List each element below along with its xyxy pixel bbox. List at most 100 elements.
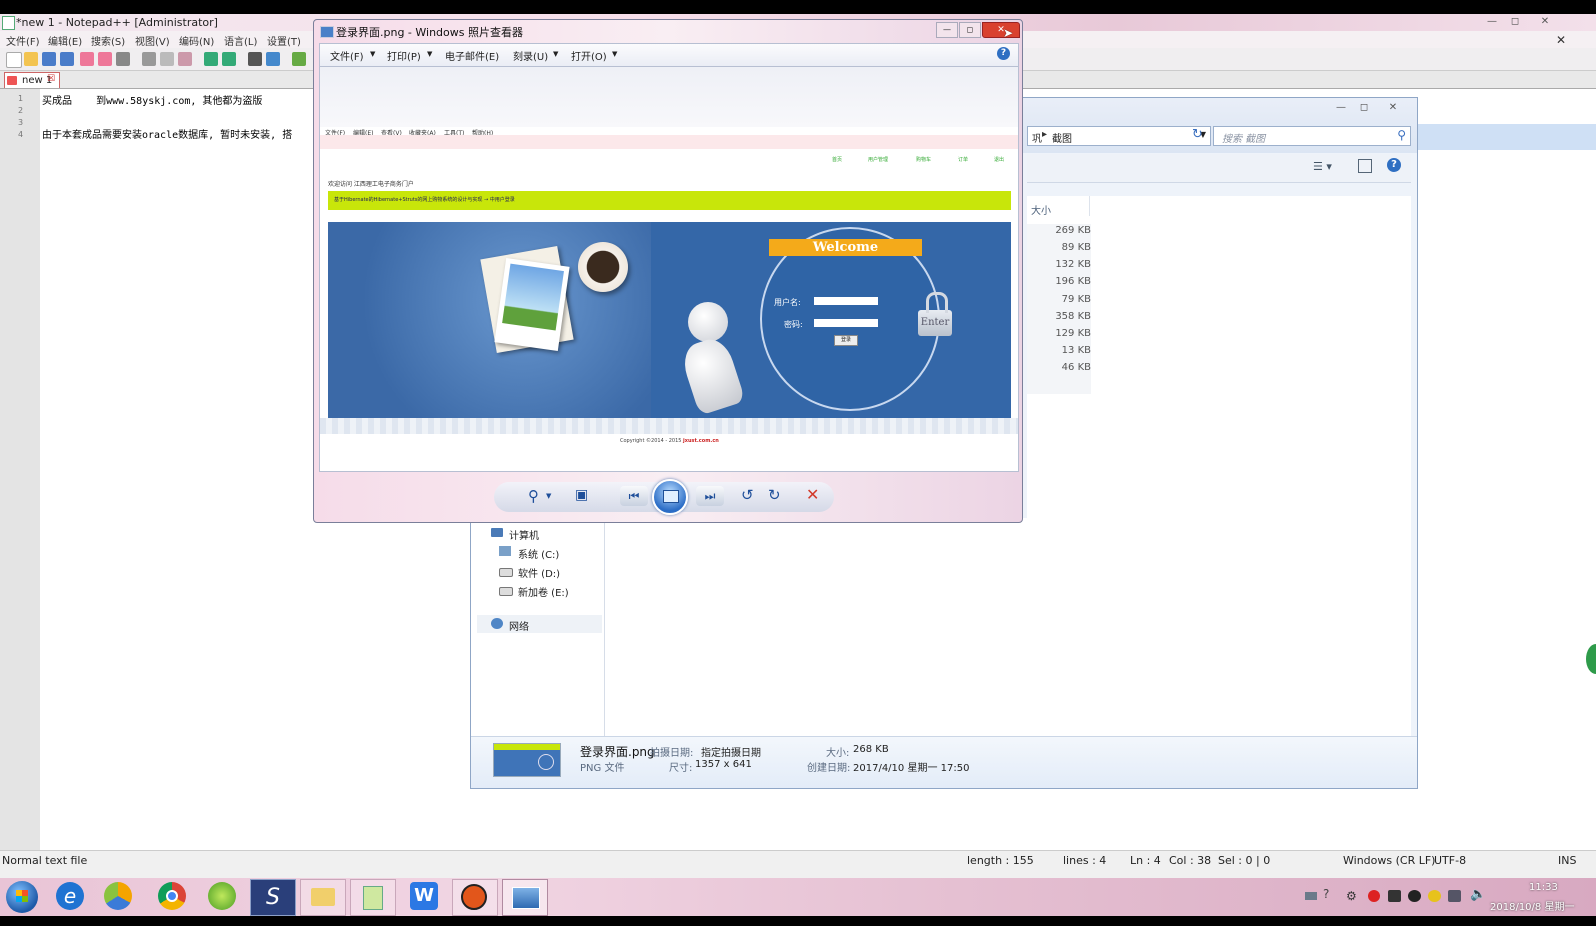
address-bar[interactable]: 巩 ▸ 截图 ▼ — [1027, 126, 1211, 146]
explorer-taskbar-button[interactable] — [300, 879, 346, 916]
viewer-menu-email[interactable]: 电子邮件(E) — [445, 48, 499, 63]
clock-time[interactable]: 11:33 — [1529, 882, 1558, 893]
maximize-icon[interactable]: ◻ — [1354, 101, 1374, 115]
tab-close-icon[interactable]: ☒ — [47, 74, 55, 84]
redo-icon[interactable] — [222, 52, 236, 66]
green-app-icon[interactable] — [208, 882, 236, 910]
zoom-icon[interactable] — [292, 52, 306, 66]
nav-drive-e[interactable]: 新加卷 (E:) — [518, 584, 569, 599]
code-line[interactable]: 买成品 到www.58yskj.com, 其他都为盗版 — [42, 92, 262, 107]
close-doc-icon[interactable]: ✕ — [1556, 33, 1566, 47]
zoom-dropdown-icon[interactable]: ▼ — [546, 492, 551, 500]
keyboard-icon[interactable] — [1305, 892, 1317, 900]
file-size: 196 KB — [1055, 276, 1091, 287]
close-icon[interactable]: ✕ — [1535, 15, 1555, 29]
network-tray-icon[interactable] — [1448, 890, 1461, 902]
start-button[interactable] — [6, 881, 38, 913]
next-icon[interactable]: ⏭ — [696, 486, 724, 506]
app-fox-button[interactable] — [452, 879, 498, 916]
nav-drive-d[interactable]: 软件 (D:) — [518, 565, 560, 580]
menu-file[interactable]: 文件(F) — [6, 33, 40, 48]
previous-icon[interactable]: ⏮ — [620, 486, 648, 506]
maximize-icon[interactable]: ◻ — [959, 22, 981, 38]
rotate-left-icon[interactable]: ↺ — [741, 486, 754, 504]
code-line[interactable]: 由于本套成品需要安装oracle数据库, 暂时未安装, 搭 — [42, 126, 292, 141]
help-tray-icon[interactable]: ? — [1323, 887, 1329, 901]
menu-settings[interactable]: 设置(T) — [267, 33, 301, 48]
replace-icon[interactable] — [266, 52, 280, 66]
open-file-icon[interactable] — [24, 52, 38, 66]
actual-size-icon[interactable]: ▣ — [575, 487, 588, 503]
help-icon[interactable]: ? — [997, 47, 1010, 60]
undo-icon[interactable] — [204, 52, 218, 66]
menu-edit[interactable]: 编辑(E) — [48, 33, 82, 48]
dropdown-arrow-icon[interactable]: ▼ — [553, 50, 558, 58]
save-all-icon[interactable] — [60, 52, 74, 66]
status-eol: Windows (CR LF) — [1343, 854, 1436, 867]
viewer-menu-file[interactable]: 文件(F) — [330, 48, 364, 63]
close-icon[interactable]: ✕ — [982, 22, 1020, 38]
notepad-taskbar-button[interactable] — [350, 879, 396, 916]
app-flower-icon[interactable] — [104, 882, 132, 910]
close-file-icon[interactable] — [80, 52, 94, 66]
refresh-icon[interactable]: ↻ — [1192, 127, 1203, 142]
save-icon[interactable] — [42, 52, 56, 66]
update-icon[interactable] — [1428, 890, 1441, 902]
image-canvas[interactable]: 文件(F) 编辑(E) 查看(V) 收藏夹(A) 工具(T) 帮助(H) 首页 … — [319, 66, 1019, 472]
password-label: 密码: — [784, 320, 803, 329]
dropdown-arrow-icon[interactable]: ▼ — [612, 50, 617, 58]
nav-computer[interactable]: 计算机 — [509, 527, 539, 542]
help-icon[interactable]: ? — [1387, 158, 1401, 172]
menu-encoding[interactable]: 编码(N) — [179, 33, 214, 48]
menu-search[interactable]: 搜索(S) — [91, 33, 125, 48]
viewer-titlebar[interactable]: 登录界面.png - Windows 照片查看器 — ◻ ✕ — [314, 20, 1022, 42]
system-drive-icon — [499, 546, 511, 556]
search-input[interactable]: 搜索 截图 ⚲ — [1213, 126, 1411, 146]
slideshow-button[interactable] — [652, 479, 688, 515]
usb-icon[interactable]: ⚙ — [1346, 889, 1357, 903]
close-icon[interactable]: ✕ — [1383, 101, 1403, 115]
zoom-icon[interactable]: ⚲ — [528, 487, 539, 505]
app-w-icon[interactable]: W — [410, 882, 438, 910]
app-tray-icon[interactable] — [1388, 890, 1401, 902]
dropdown-arrow-icon[interactable]: ▼ — [370, 50, 375, 58]
viewer-menu-burn[interactable]: 刻录(U) — [513, 48, 548, 63]
search-icon[interactable]: ⚲ — [1397, 128, 1406, 142]
preview-pane-icon[interactable] — [1358, 159, 1372, 173]
viewer-menu-open[interactable]: 打开(O) — [571, 48, 607, 63]
details-date-taken-value[interactable]: 指定拍摄日期 — [701, 744, 761, 759]
clock-date[interactable]: 2018/10/8 星期一 — [1490, 898, 1574, 913]
copy-icon[interactable] — [160, 52, 174, 66]
ie-icon[interactable]: e — [56, 882, 84, 910]
print-icon[interactable] — [116, 52, 130, 66]
cut-icon[interactable] — [142, 52, 156, 66]
menu-view[interactable]: 视图(V) — [135, 33, 170, 48]
qq-icon[interactable] — [1408, 890, 1421, 902]
rotate-right-icon[interactable]: ↻ — [768, 486, 781, 504]
chrome-icon[interactable] — [158, 882, 186, 910]
minimize-icon[interactable]: — — [1482, 15, 1502, 29]
app-s-icon[interactable]: S — [250, 879, 296, 916]
menu-language[interactable]: 语言(L) — [224, 33, 257, 48]
view-options-icon[interactable]: ☰ ▾ — [1313, 160, 1332, 173]
paste-icon[interactable] — [178, 52, 192, 66]
viewer-menu-print[interactable]: 打印(P) — [387, 48, 421, 63]
maximize-icon[interactable]: ◻ — [1505, 15, 1525, 29]
delete-icon[interactable]: ✕ — [806, 485, 819, 504]
dropdown-arrow-icon[interactable]: ▼ — [427, 50, 432, 58]
minimize-icon[interactable]: — — [1331, 101, 1351, 115]
column-header-size[interactable]: 大小 — [1031, 202, 1051, 217]
find-icon[interactable] — [248, 52, 262, 66]
new-file-icon[interactable] — [6, 52, 22, 68]
close-all-icon[interactable] — [98, 52, 112, 66]
details-dimensions-label: 尺寸: — [669, 763, 693, 774]
welcome-banner: Welcome — [769, 239, 922, 256]
nav-network-row[interactable]: 网络 — [477, 615, 602, 633]
volume-icon[interactable]: 🔈 — [1470, 887, 1486, 902]
minimize-icon[interactable]: — — [936, 22, 958, 38]
security-icon[interactable] — [1368, 890, 1380, 902]
nav-drive-c[interactable]: 系统 (C:) — [518, 546, 559, 561]
breadcrumb[interactable]: 截图 — [1052, 130, 1072, 145]
photo-viewer-taskbar-button[interactable] — [502, 879, 548, 916]
tab-new-1[interactable]: new 1 ☒ — [4, 72, 60, 88]
